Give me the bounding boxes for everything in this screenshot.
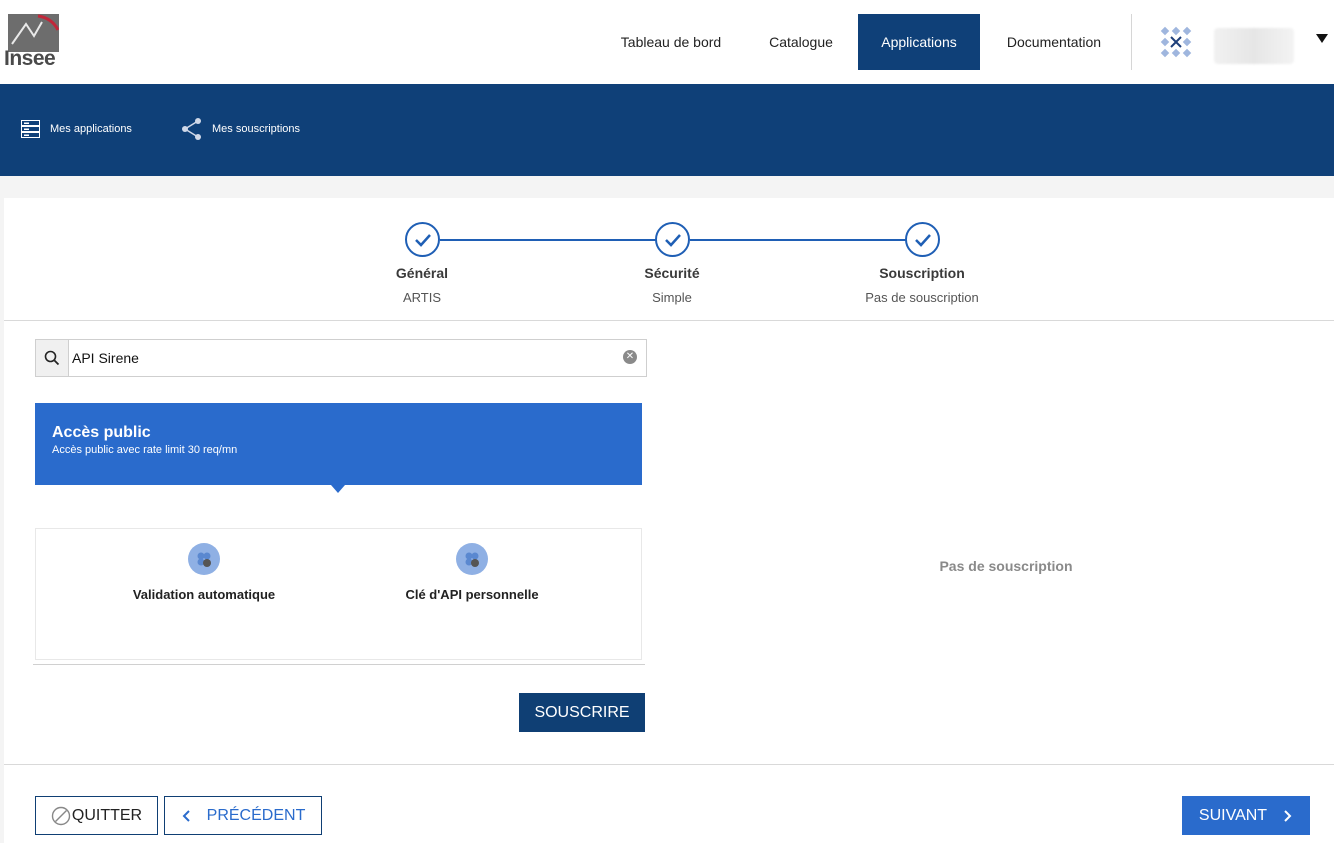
step-subtitle-general: ARTIS <box>402 290 442 305</box>
api-search: ✕ <box>35 339 647 377</box>
step-connector <box>440 239 658 241</box>
subscribe-button[interactable]: SOUSCRIRE <box>519 693 645 732</box>
previous-button[interactable]: PRÉCÉDENT <box>164 796 322 835</box>
nav-tableau-de-bord[interactable]: Tableau de bord <box>600 14 742 70</box>
feature-cle-api-personnelle: Clé d'API personnelle <box>405 587 539 602</box>
server-list-icon <box>21 120 40 138</box>
step-title-securite: Sécurité <box>644 265 700 281</box>
next-button[interactable]: SUIVANT <box>1182 796 1310 835</box>
previous-label: PRÉCÉDENT <box>206 806 306 824</box>
nav-divider <box>1131 14 1132 70</box>
search-icon <box>36 340 69 376</box>
cancel-circle-icon <box>51 806 71 825</box>
divider <box>33 664 645 665</box>
subnav-label: Mes applications <box>50 123 132 135</box>
quit-label: QUITTER <box>71 806 143 824</box>
nav-applications[interactable]: Applications <box>858 14 980 70</box>
check-icon <box>914 233 931 247</box>
step-subtitle-securite: Simple <box>652 290 692 305</box>
subnav-label: Mes souscriptions <box>212 123 301 135</box>
feature-validation-automatique: Validation automatique <box>132 587 276 602</box>
clear-search-icon[interactable]: ✕ <box>623 350 637 364</box>
plan-pointer <box>331 485 345 493</box>
quit-button[interactable]: QUITTER <box>35 796 158 835</box>
step-general-check[interactable] <box>405 222 440 257</box>
divider <box>4 764 1334 765</box>
username[interactable] <box>1214 28 1294 64</box>
search-input[interactable] <box>72 340 612 376</box>
empty-state-text: Pas de souscription <box>939 558 1073 574</box>
step-title-souscription: Souscription <box>879 265 965 281</box>
nav-catalogue[interactable]: Catalogue <box>752 14 850 70</box>
chevron-right-icon <box>1284 809 1292 822</box>
check-icon <box>664 233 681 247</box>
logo-text: Insee <box>4 47 56 70</box>
feature-badge-icon <box>456 543 488 575</box>
nav-documentation[interactable]: Documentation <box>990 14 1118 70</box>
step-title-general: Général <box>395 265 449 281</box>
step-souscription-check[interactable] <box>905 222 940 257</box>
divider <box>4 320 1334 321</box>
step-subtitle-souscription: Pas de souscription <box>865 290 979 305</box>
subnav-mes-applications[interactable]: Mes applications <box>21 118 132 140</box>
user-avatar[interactable] <box>1160 26 1192 58</box>
step-securite-check[interactable] <box>655 222 690 257</box>
plan-description: Accès public avec rate limit 30 req/mn <box>52 444 238 456</box>
subnav-mes-souscriptions[interactable]: Mes souscriptions <box>181 118 300 140</box>
step-connector <box>690 239 908 241</box>
plan-title: Accès public <box>52 424 151 441</box>
insee-logo[interactable]: Insee <box>4 14 60 70</box>
next-label: SUIVANT <box>1198 806 1268 824</box>
check-icon <box>414 233 431 247</box>
share-icon <box>182 118 201 140</box>
feature-badge-icon <box>188 543 220 575</box>
plan-card-acces-public[interactable]: Accès public Accès public avec rate limi… <box>35 403 642 493</box>
chevron-left-icon <box>182 809 190 822</box>
caret-down-icon[interactable] <box>1316 34 1328 43</box>
